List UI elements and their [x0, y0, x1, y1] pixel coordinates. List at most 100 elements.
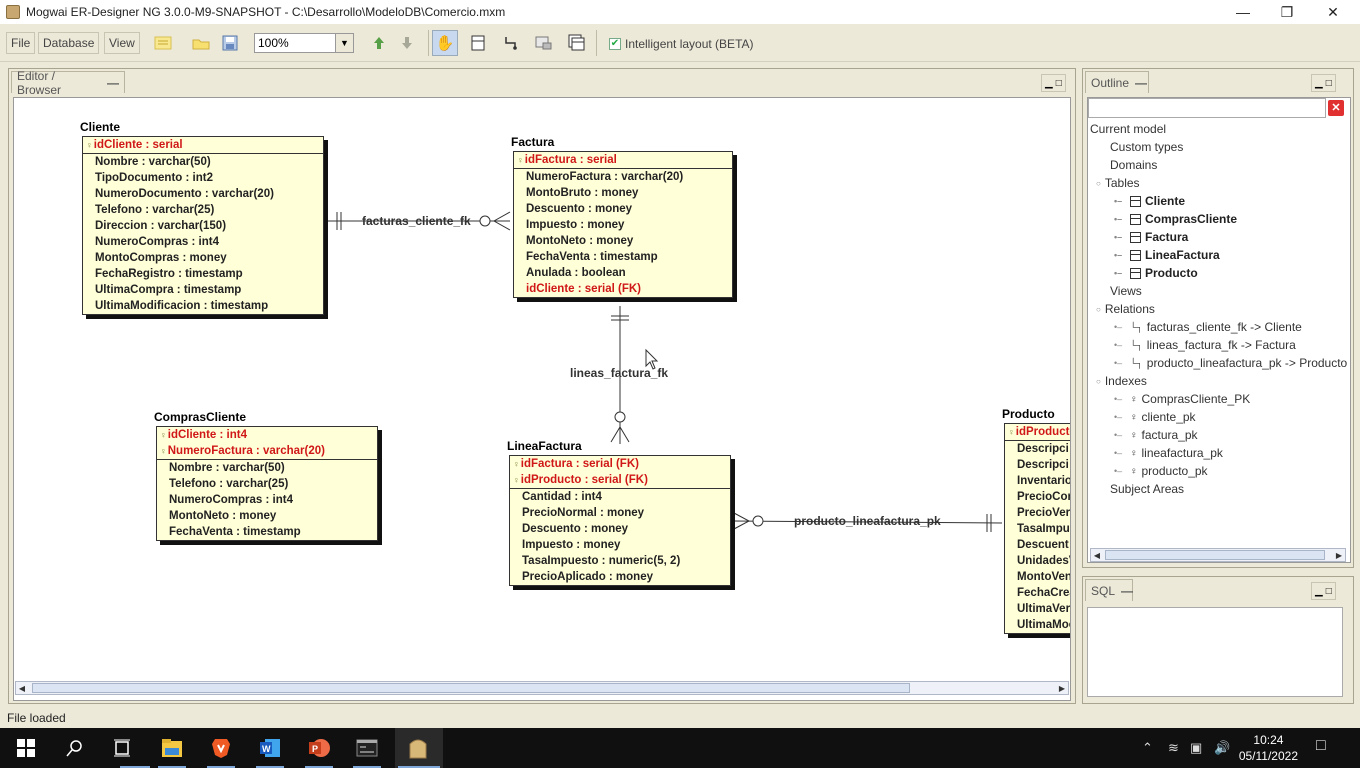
column-row[interactable]: UltimaMoc — [1005, 617, 1070, 633]
column-row[interactable]: Nombre : varchar(50) — [83, 154, 323, 170]
close-button[interactable]: ✕ — [1310, 0, 1356, 24]
column-row[interactable]: Descripci — [1005, 457, 1070, 473]
tree-item-relations[interactable]: ○ Relations — [1096, 302, 1155, 316]
column-row[interactable]: Descuento : money — [514, 201, 732, 217]
column-row[interactable]: FechaVenta : timestamp — [514, 249, 732, 265]
menu-database[interactable]: Database — [38, 32, 100, 54]
zoom-out-button[interactable] — [394, 30, 420, 56]
maximize-panel-icon[interactable]: □ — [1056, 78, 1062, 89]
editor-horizontal-scrollbar[interactable]: ◀ ▶ — [15, 681, 1069, 695]
search-button[interactable] — [60, 734, 88, 762]
tree-item-custom-types[interactable]: Custom types — [1110, 140, 1183, 154]
start-button[interactable] — [12, 734, 40, 762]
add-table-button[interactable] — [465, 30, 491, 56]
scroll-left-icon[interactable]: ◀ — [1091, 549, 1103, 561]
column-row[interactable]: Cantidad : int4 — [510, 489, 730, 505]
column-row[interactable]: Direccion : varchar(150) — [83, 218, 323, 234]
outline-horizontal-scrollbar[interactable]: ◀ ▶ — [1090, 548, 1346, 562]
add-comment-button[interactable] — [531, 30, 557, 56]
column-row[interactable]: FechaVenta : timestamp — [157, 524, 377, 540]
tree-item-index[interactable]: •– ♀ ComprasCliente_PK — [1114, 392, 1250, 406]
column-row[interactable]: TasaImpuesto : numeric(5, 2) — [510, 553, 730, 569]
tree-expand-handle-icon[interactable]: •– — [1114, 250, 1126, 260]
column-row[interactable]: MontoCompras : money — [83, 250, 323, 266]
tree-item-index[interactable]: •– ♀ cliente_pk — [1114, 410, 1196, 424]
column-row[interactable]: Impuesto : money — [510, 537, 730, 553]
er-table-cliente[interactable]: ♀idCliente : serial Nombre : varchar(50) T… — [82, 136, 324, 315]
er-table-name[interactable]: Producto — [1002, 407, 1055, 421]
scrollbar-thumb[interactable] — [32, 683, 910, 693]
add-relation-button[interactable] — [498, 30, 524, 56]
tree-item-indexes[interactable]: ○ Indexes — [1096, 374, 1147, 388]
tree-expand-handle-icon[interactable]: •– — [1114, 196, 1126, 206]
network-icon[interactable]: ≋ — [1168, 740, 1179, 756]
er-table-name[interactable]: Factura — [511, 135, 554, 149]
column-row[interactable]: Descuent — [1005, 537, 1070, 553]
tree-expand-handle-icon[interactable]: •– — [1114, 268, 1126, 278]
restore-button[interactable]: ❐ — [1264, 0, 1310, 24]
er-table-name[interactable]: Cliente — [80, 120, 120, 134]
tree-collapse-icon[interactable]: ○ — [1096, 179, 1101, 188]
tree-root-current-model[interactable]: Current model — [1090, 122, 1166, 136]
column-row[interactable]: UltimaCompra : timestamp — [83, 282, 323, 298]
taskbar-clock[interactable]: 10:24 05/11/2022 — [1239, 732, 1298, 764]
mogwai-app-button[interactable] — [404, 734, 432, 762]
add-view-button[interactable] — [564, 30, 590, 56]
hand-tool-button[interactable]: ✋ — [432, 30, 458, 56]
column-row[interactable]: Anulada : boolean — [514, 265, 732, 281]
column-row[interactable]: NumeroFactura : varchar(20) — [514, 169, 732, 185]
er-table-factura[interactable]: ♀idFactura : serial NumeroFactura : varch… — [513, 151, 733, 298]
column-row[interactable]: MontoNeto : money — [514, 233, 732, 249]
column-row[interactable]: Inventario — [1005, 473, 1070, 489]
show-hidden-icons-icon[interactable]: ⌃ — [1142, 740, 1153, 756]
tree-expand-handle-icon[interactable]: •– — [1114, 214, 1126, 224]
column-row[interactable]: TipoDocumento : int2 — [83, 170, 323, 186]
column-row[interactable]: FechaRegistro : timestamp — [83, 266, 323, 282]
tree-expand-handle-icon[interactable]: •– — [1114, 232, 1126, 242]
battery-icon[interactable]: ▣ — [1190, 740, 1202, 756]
tab-sql[interactable]: SQL — — [1085, 579, 1133, 601]
column-row[interactable]: Descuento : money — [510, 521, 730, 537]
column-row[interactable]: PrecioAplicado : money — [510, 569, 730, 585]
tree-expand-handle-icon[interactable]: •– — [1114, 322, 1126, 332]
new-model-button[interactable] — [150, 30, 176, 56]
menu-view[interactable]: View — [104, 32, 140, 54]
tree-item-table[interactable]: •– LineaFactura — [1114, 248, 1220, 262]
brave-browser-button[interactable] — [207, 734, 235, 762]
tree-item-index[interactable]: •– ♀ producto_pk — [1114, 464, 1208, 478]
column-row[interactable]: FechaCrea — [1005, 585, 1070, 601]
column-row[interactable]: UnidadesV — [1005, 553, 1070, 569]
scroll-right-icon[interactable]: ▶ — [1056, 682, 1068, 694]
primary-key-row[interactable]: ♀NumeroFactura : varchar(20) — [157, 443, 377, 459]
tree-item-table[interactable]: •– Factura — [1114, 230, 1188, 244]
tree-item-domains[interactable]: Domains — [1110, 158, 1157, 172]
tree-item-relation[interactable]: •– └┐ producto_lineafactura_pk -> Producto — [1114, 356, 1347, 370]
primary-key-row[interactable]: ♀idFactura : serial (FK) — [510, 456, 730, 472]
tree-item-table[interactable]: •– ComprasCliente — [1114, 212, 1237, 226]
task-view-button[interactable] — [108, 734, 136, 762]
tree-item-views[interactable]: Views — [1110, 284, 1142, 298]
column-row[interactable]: MontoNeto : money — [157, 508, 377, 524]
open-button[interactable] — [188, 30, 214, 56]
scroll-right-icon[interactable]: ▶ — [1333, 549, 1345, 561]
menu-file[interactable]: File — [6, 32, 36, 54]
column-row[interactable]: NumeroCompras : int4 — [157, 492, 377, 508]
minimize-tab-icon[interactable]: — — [1121, 584, 1133, 598]
tree-collapse-icon[interactable]: ○ — [1096, 305, 1101, 314]
column-row[interactable]: Impuesto : money — [514, 217, 732, 233]
column-row[interactable]: TasaImpu — [1005, 521, 1070, 537]
notifications-icon[interactable]: □ — [1316, 737, 1326, 755]
volume-icon[interactable]: 🔊 — [1214, 740, 1230, 756]
terminal-button[interactable] — [353, 734, 381, 762]
column-row[interactable]: MontoBruto : money — [514, 185, 732, 201]
relation-label[interactable]: facturas_cliente_fk — [362, 214, 471, 228]
minimize-tab-icon[interactable]: — — [107, 76, 119, 90]
scrollbar-thumb[interactable] — [1105, 550, 1325, 560]
zoom-in-button[interactable] — [366, 30, 392, 56]
tree-item-index[interactable]: •– ♀ factura_pk — [1114, 428, 1198, 442]
clear-search-icon[interactable]: ✕ — [1328, 100, 1344, 116]
tree-expand-handle-icon[interactable]: •– — [1114, 340, 1126, 350]
tree-expand-handle-icon[interactable]: •– — [1114, 448, 1126, 458]
relation-label[interactable]: producto_lineafactura_pk — [794, 514, 941, 528]
er-table-producto[interactable]: ♀idProducto Descripci Descripci Inventario P… — [1004, 423, 1070, 634]
